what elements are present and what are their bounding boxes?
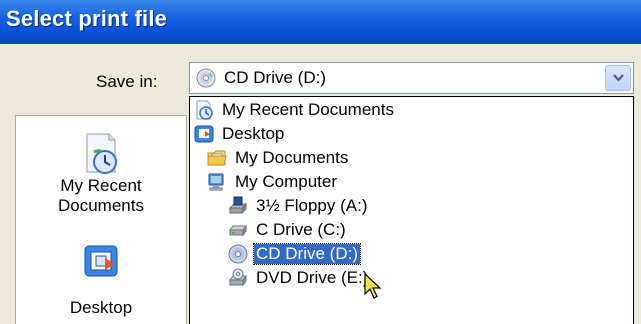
list-item-label: Desktop [222,124,285,143]
folder-icon [207,150,227,166]
list-item-label: My Documents [235,148,349,167]
list-item-label: C Drive (C:) [256,220,346,239]
list-item-label: My Computer [235,172,338,191]
window-title: Select print file [6,6,168,31]
places-bar: My Recent Documents Desktop [15,115,187,324]
list-item-floppy-a[interactable]: 3½ Floppy (A:) [228,195,370,217]
floppy-drive-icon [228,196,248,215]
places-item-label-line1: My Recent [60,176,142,195]
list-item-label: CD Drive (D:) [253,243,361,265]
list-item-my-documents[interactable]: My Documents [207,147,350,169]
cd-drive-icon [228,244,248,264]
save-in-dropdown-list: My Recent Documents Desktop My Documents… [189,96,634,324]
save-in-combobox[interactable]: CD Drive (D:) [189,62,634,94]
places-item-my-recent-documents[interactable]: My Recent Documents [16,132,186,216]
chevron-down-icon [613,74,624,82]
list-item-c-drive[interactable]: C Drive (C:) [228,219,348,241]
places-item-label: Desktop [69,298,133,317]
places-item-desktop[interactable]: Desktop [16,242,186,318]
list-item-label: DVD Drive (E:) [256,268,369,287]
save-in-label: Save in: [96,72,158,91]
list-item-cd-drive[interactable]: CD Drive (D:) [228,243,361,265]
dropdown-arrow-button[interactable] [605,65,631,91]
desktop-icon [84,245,118,277]
list-item-my-recent-documents[interactable]: My Recent Documents [194,99,396,121]
list-item-dvd-drive[interactable]: DVD Drive (E:) [228,267,370,289]
save-in-value: CD Drive (D:) [224,68,326,87]
list-item-my-computer[interactable]: My Computer [207,171,339,193]
title-bar[interactable]: Select print file [0,0,641,44]
computer-icon [208,173,224,191]
list-item-label: 3½ Floppy (A:) [256,196,368,215]
desktop-icon [194,125,214,143]
hard-drive-icon [229,224,247,237]
dvd-drive-icon [229,268,247,287]
recent-documents-icon [196,100,213,120]
list-item-desktop[interactable]: Desktop [194,123,286,145]
recent-documents-icon [86,133,117,174]
list-item-label: My Recent Documents [222,100,394,119]
mouse-pointer-icon [364,272,382,299]
places-item-label-line2: Documents [58,196,144,215]
cd-drive-icon [196,68,216,88]
